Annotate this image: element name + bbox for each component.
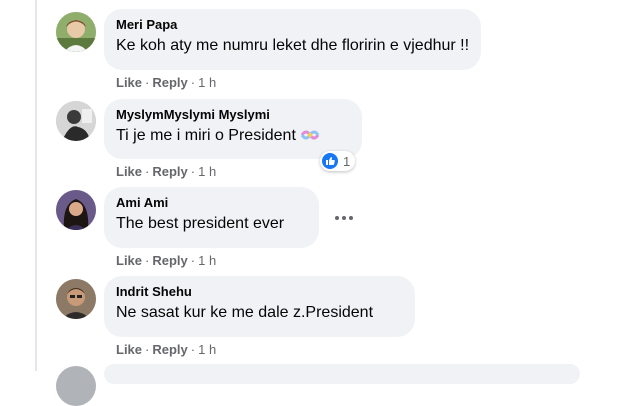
separator-dot: · <box>145 75 150 90</box>
comment-actions: Like · Reply · 1 h <box>116 253 216 269</box>
like-button[interactable]: Like <box>116 342 142 357</box>
like-reaction-icon <box>322 153 338 169</box>
comment-actions: Like · Reply · 1 h <box>116 342 216 358</box>
reaction-count: 1 <box>343 153 351 169</box>
comment-bubble: MyslymMyslymi Myslymi Ti je me i miri o … <box>104 99 362 159</box>
comment-time[interactable]: 1 h <box>198 164 216 179</box>
comment-author[interactable]: MyslymMyslymi Myslymi <box>116 107 350 123</box>
comment-bubble <box>104 364 580 384</box>
comment-time[interactable]: 1 h <box>198 75 216 90</box>
comment-bubble: Ami Ami The best president ever <box>104 187 319 248</box>
dot <box>349 216 353 220</box>
comment-text-content: Ti je me i miri o President <box>116 127 296 144</box>
comment-actions: Like · Reply · 1 h <box>116 75 216 91</box>
like-button[interactable]: Like <box>116 253 142 268</box>
separator-dot: · <box>190 164 196 179</box>
avatar[interactable] <box>56 366 96 406</box>
comment-author[interactable]: Meri Papa <box>116 17 469 33</box>
reply-button[interactable]: Reply <box>152 253 187 268</box>
comment-bubble: Meri Papa Ke koh aty me numru leket dhe … <box>104 9 482 70</box>
avatar[interactable] <box>56 101 96 141</box>
dot <box>335 216 339 220</box>
comment-actions: Like · Reply · 1 h <box>116 164 216 180</box>
like-button[interactable]: Like <box>116 75 142 90</box>
comment-bubble: Indrit Shehu Ne sasat kur ke me dale z.P… <box>104 276 415 337</box>
reply-button[interactable]: Reply <box>152 75 187 90</box>
separator-dot: · <box>145 342 150 357</box>
ribbon-emoji-icon <box>300 127 320 149</box>
comment-time[interactable]: 1 h <box>198 342 216 357</box>
comment-author[interactable]: Indrit Shehu <box>116 284 403 300</box>
reaction-badge[interactable]: 1 <box>320 151 356 171</box>
reply-button[interactable]: Reply <box>152 342 187 357</box>
comment-author[interactable]: Ami Ami <box>116 195 307 211</box>
comment-text: Ke koh aty me numru leket dhe floririn e… <box>116 37 470 54</box>
comment-text: The best president ever <box>116 215 285 232</box>
separator-dot: · <box>190 342 196 357</box>
thread-line <box>35 0 37 371</box>
separator-dot: · <box>145 164 150 179</box>
dot <box>342 216 346 220</box>
avatar[interactable] <box>56 279 96 319</box>
comment-time[interactable]: 1 h <box>198 253 216 268</box>
separator-dot: · <box>190 253 196 268</box>
separator-dot: · <box>145 253 150 268</box>
avatar[interactable] <box>56 12 96 52</box>
separator-dot: · <box>190 75 196 90</box>
comment-text: Ne sasat kur ke me dale z.President <box>116 304 374 321</box>
avatar[interactable] <box>56 190 96 230</box>
like-button[interactable]: Like <box>116 164 142 179</box>
reply-button[interactable]: Reply <box>152 164 187 179</box>
comment-text: Ti je me i miri o President <box>116 125 350 149</box>
more-options-icon[interactable] <box>335 216 353 220</box>
